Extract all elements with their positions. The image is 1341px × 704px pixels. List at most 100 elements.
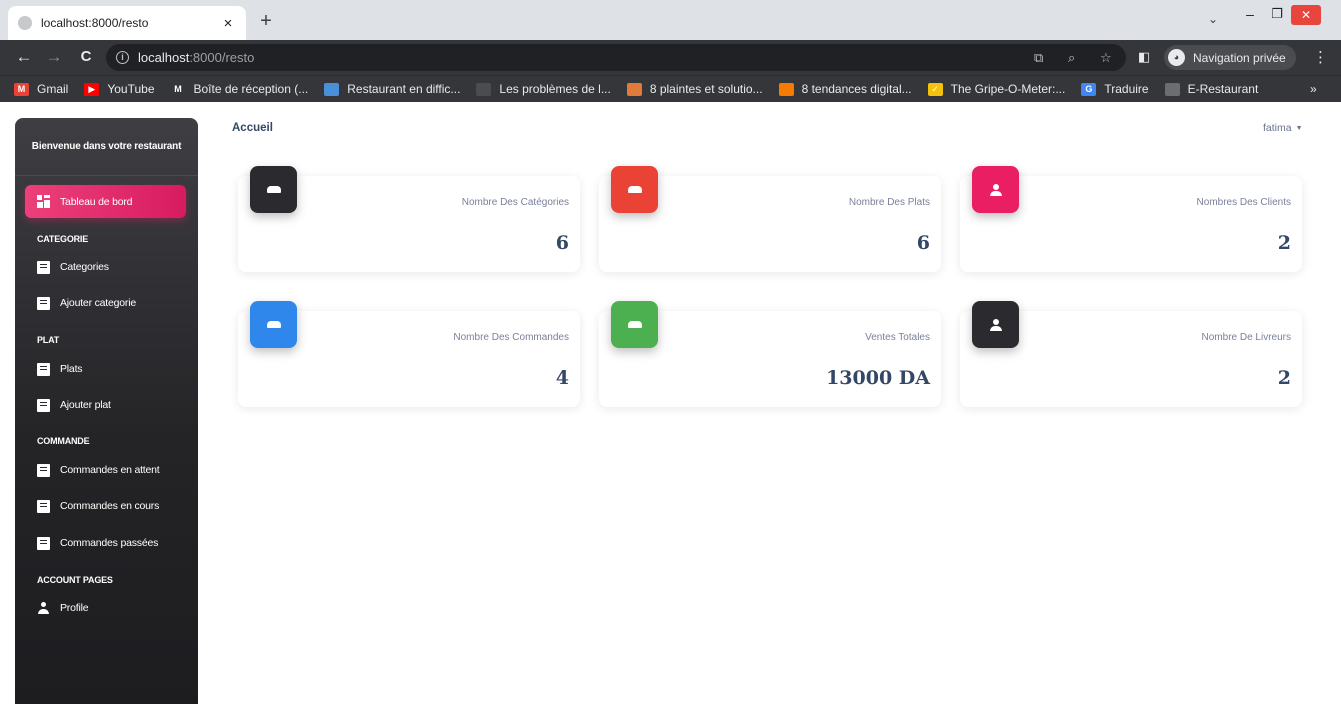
new-tab-button[interactable]: + bbox=[256, 10, 276, 32]
bookmark-label: Restaurant en diffic... bbox=[347, 82, 461, 96]
stat-value: 4 bbox=[555, 367, 569, 389]
sidebar-item-label: Commandes en cours bbox=[60, 500, 160, 512]
sidebar-item-label: Commandes passées bbox=[60, 537, 159, 549]
dashboard-icon bbox=[37, 195, 50, 208]
url-path: :8000/resto bbox=[189, 50, 255, 65]
receipt-icon bbox=[37, 463, 50, 477]
bookmark-item[interactable]: M Gmail bbox=[14, 82, 68, 96]
bookmark-item[interactable]: Les problèmes de l... bbox=[476, 82, 611, 96]
stat-card-icon bbox=[972, 166, 1019, 213]
browser-tab[interactable]: localhost:8000/resto × bbox=[8, 6, 246, 40]
sidebar-item-profile[interactable]: Profile bbox=[25, 593, 186, 623]
translate-icon[interactable]: ⧉ bbox=[1034, 50, 1043, 66]
sidebar-item-ajouter-plat[interactable]: Ajouter plat bbox=[25, 390, 186, 420]
more-bookmarks-button[interactable]: » bbox=[1310, 82, 1317, 96]
window-maximize-button[interactable]: ❐ bbox=[1267, 6, 1287, 22]
sidebar-item-plats[interactable]: Plats bbox=[25, 354, 186, 384]
forward-button[interactable]: → bbox=[44, 46, 64, 68]
person-icon bbox=[989, 183, 1002, 196]
sidebar-item-label: Profile bbox=[60, 602, 89, 614]
info-icon[interactable]: i bbox=[116, 51, 129, 64]
stat-card[interactable]: Nombre Des Commandes 4 bbox=[238, 301, 580, 407]
sidepanel-icon[interactable]: ◧ bbox=[1138, 49, 1150, 65]
brand[interactable]: Bienvenue dans votre restaurant bbox=[15, 118, 198, 176]
stat-value: 2 bbox=[1277, 367, 1291, 389]
stat-card-icon bbox=[972, 301, 1019, 348]
receipt-icon bbox=[37, 398, 50, 412]
chevron-down-icon[interactable]: ⌄ bbox=[1208, 12, 1218, 26]
user-name: fatima bbox=[1263, 122, 1292, 134]
section-plat: PLAT bbox=[37, 335, 60, 345]
bookmark-item[interactable]: 8 plaintes et solutio... bbox=[626, 82, 763, 96]
bookmark-label: Gmail bbox=[37, 82, 69, 96]
stat-card[interactable]: Nombre Des Catégories 6 bbox=[238, 166, 580, 272]
brand-title: Bienvenue dans votre restaurant bbox=[31, 141, 182, 152]
bookmark-item[interactable]: E-Restaurant bbox=[1164, 82, 1258, 96]
bookmark-item[interactable]: Restaurant en diffic... bbox=[324, 82, 460, 96]
stat-card[interactable]: Nombre Des Plats 6 bbox=[599, 166, 941, 272]
person-icon bbox=[37, 601, 50, 615]
zoom-icon[interactable]: ⌕ bbox=[1068, 50, 1075, 66]
receipt-icon bbox=[37, 260, 50, 274]
bookmark-item[interactable]: 8 tendances digital... bbox=[778, 82, 912, 96]
incognito-label: Navigation privée bbox=[1193, 50, 1286, 65]
back-button[interactable]: ← bbox=[14, 46, 34, 68]
reload-button[interactable]: C bbox=[76, 46, 96, 68]
browser-menu-icon[interactable]: ⋮ bbox=[1313, 48, 1328, 66]
address-bar[interactable]: i localhost:8000/resto ⧉ ⌕ ☆ bbox=[106, 44, 1126, 71]
star-icon[interactable]: ☆ bbox=[1100, 50, 1112, 66]
stat-card[interactable]: Nombres Des Clients 2 bbox=[960, 166, 1302, 272]
bookmark-favicon-icon bbox=[1164, 82, 1180, 96]
receipt-icon bbox=[37, 362, 50, 376]
receipt-icon bbox=[37, 296, 50, 310]
bookmark-item[interactable]: M Boîte de réception (... bbox=[170, 82, 308, 96]
stat-label: Nombre Des Catégories bbox=[461, 197, 569, 208]
page: Bienvenue dans votre restaurant Tableau … bbox=[0, 102, 1341, 704]
bookmark-label: Traduire bbox=[1104, 82, 1149, 96]
tab-close-icon[interactable]: × bbox=[220, 15, 236, 32]
sidebar-item-dashboard[interactable]: Tableau de bord bbox=[25, 185, 186, 218]
bookmark-favicon-icon bbox=[476, 82, 492, 96]
stat-card[interactable]: Ventes Totales 13000 DA bbox=[599, 301, 941, 407]
receipt-icon bbox=[37, 499, 50, 513]
tray-icon bbox=[627, 321, 642, 328]
bookmark-favicon-icon bbox=[778, 82, 794, 96]
stat-value: 6 bbox=[555, 232, 569, 254]
url-host: localhost bbox=[138, 50, 190, 65]
bookmark-label: Les problèmes de l... bbox=[499, 82, 611, 96]
section-account-pages: ACCOUNT PAGES bbox=[37, 575, 113, 585]
browser-tab-bar: localhost:8000/resto × + ⌄ – ❐ ✕ bbox=[0, 0, 1341, 40]
breadcrumb[interactable]: Accueil bbox=[232, 122, 273, 134]
user-menu[interactable]: fatima ▼ bbox=[1263, 122, 1303, 134]
stat-card-icon bbox=[611, 301, 658, 348]
incognito-indicator[interactable]: ◕ Navigation privée bbox=[1164, 45, 1296, 70]
bookmark-label: The Gripe-O-Meter:... bbox=[950, 82, 1066, 96]
bookmark-label: 8 tendances digital... bbox=[801, 82, 912, 96]
sidebar-item-ajouter-categorie[interactable]: Ajouter categorie bbox=[25, 288, 186, 318]
sidebar-item-label: Ajouter plat bbox=[60, 399, 111, 411]
bookmark-item[interactable]: ▶ YouTube bbox=[84, 82, 155, 96]
sidebar-item-commandes-attente[interactable]: Commandes en attent bbox=[25, 455, 186, 485]
stat-card-icon bbox=[250, 166, 297, 213]
sidebar-item-commandes-cours[interactable]: Commandes en cours bbox=[25, 491, 186, 521]
bookmark-favicon-icon bbox=[626, 82, 642, 96]
browser-toolbar: ← → C i localhost:8000/resto ⧉ ⌕ ☆ ◧ ◕ N… bbox=[0, 40, 1341, 75]
sidebar-item-commandes-passees[interactable]: Commandes passées bbox=[25, 528, 186, 558]
stat-card-icon bbox=[611, 166, 658, 213]
tray-icon bbox=[627, 186, 642, 193]
sidebar-item-categories[interactable]: Categories bbox=[25, 252, 186, 282]
bookmark-favicon-icon: G bbox=[1081, 82, 1097, 96]
sidebar: Bienvenue dans votre restaurant Tableau … bbox=[15, 118, 198, 704]
window-minimize-button[interactable]: – bbox=[1240, 6, 1260, 22]
caret-down-icon: ▼ bbox=[1295, 125, 1303, 132]
bookmarks-bar: M Gmail ▶ YouTube M Boîte de réception (... Re… bbox=[0, 75, 1341, 102]
stat-value: 2 bbox=[1277, 232, 1291, 254]
bookmark-label: 8 plaintes et solutio... bbox=[649, 82, 763, 96]
stat-card[interactable]: Nombre De Livreurs 2 bbox=[960, 301, 1302, 407]
window-close-button[interactable]: ✕ bbox=[1291, 5, 1321, 25]
section-categorie: CATEGORIE bbox=[37, 234, 89, 244]
bookmark-item[interactable]: G Traduire bbox=[1081, 82, 1149, 96]
bookmark-item[interactable]: ✓ The Gripe-O-Meter:... bbox=[927, 82, 1066, 96]
receipt-icon bbox=[37, 536, 50, 550]
bookmark-favicon-icon: M bbox=[170, 82, 186, 96]
